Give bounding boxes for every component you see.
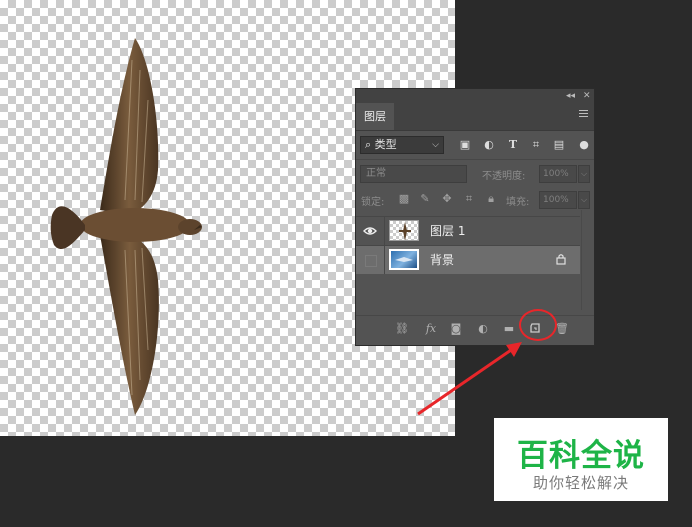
panel-title-strip: ◂◂ ✕ bbox=[356, 89, 594, 103]
smart-object-filter-icon[interactable]: ▤ bbox=[552, 138, 566, 152]
opacity-field[interactable]: 100% bbox=[539, 165, 577, 183]
search-icon: ⌕ bbox=[365, 138, 372, 151]
filter-toggle-icon[interactable]: ● bbox=[577, 138, 591, 152]
lock-label: 锁定: bbox=[361, 197, 385, 208]
bird-thumbnail-icon bbox=[399, 222, 411, 240]
pixel-filter-icon[interactable]: ▣ bbox=[458, 138, 472, 152]
tab-layers[interactable]: 图层 bbox=[356, 103, 394, 130]
eye-icon bbox=[363, 227, 377, 235]
fill-field[interactable]: 100% bbox=[539, 191, 577, 209]
pointer-arrow bbox=[417, 342, 522, 416]
watermark-subtitle: 助你轻松解决 bbox=[532, 474, 629, 492]
fill-label: 填充: bbox=[506, 197, 530, 208]
opacity-label: 不透明度: bbox=[482, 171, 526, 182]
visibility-toggle[interactable] bbox=[356, 217, 385, 245]
fill-dropdown-icon[interactable]: ⌵ bbox=[578, 191, 590, 209]
panel-tab-bar: 图层 bbox=[356, 103, 594, 131]
lock-transparent-icon[interactable]: ▩ bbox=[397, 192, 411, 206]
opacity-dropdown-icon[interactable]: ⌵ bbox=[578, 165, 590, 183]
lock-position-icon[interactable]: ✥ bbox=[440, 192, 454, 206]
chevron-down-icon: ⌵ bbox=[432, 140, 439, 150]
close-panel-icon[interactable]: ✕ bbox=[583, 89, 591, 103]
layer-row-background[interactable]: 背景 bbox=[356, 245, 580, 274]
layer-name[interactable]: 背景 bbox=[430, 246, 454, 274]
lock-image-brush-icon[interactable]: ✎ bbox=[418, 192, 432, 206]
layer-name[interactable]: 图层 1 bbox=[430, 217, 465, 245]
filter-kind-select[interactable]: ⌕ 类型 ⌵ bbox=[360, 136, 444, 154]
visibility-toggle[interactable] bbox=[356, 246, 385, 274]
layer-row-layer-1[interactable]: 图层 1 bbox=[356, 216, 580, 245]
layer-thumbnail bbox=[389, 220, 419, 241]
link-icon[interactable]: ⛓︎ bbox=[394, 321, 410, 337]
lock-icon bbox=[556, 254, 566, 265]
blend-row: 正常 不透明度: 100% ⌵ bbox=[356, 161, 594, 187]
adjustment-filter-icon[interactable]: ◐ bbox=[482, 138, 496, 152]
watermark-logo: 百科全说 助你轻松解决 bbox=[494, 418, 668, 501]
layers-scrollbar[interactable] bbox=[581, 210, 594, 310]
watermark-title: 百科全说 bbox=[517, 438, 645, 474]
layers-panel: ◂◂ ✕ 图层 ⌕ 类型 ⌵ ▣ ◐ T ⌗ ▤ ● 正常 不透明度: 100%… bbox=[355, 88, 595, 346]
lock-row: 锁定: ▩ ✎ ✥ ⌗ 🔒︎ 填充: 100% ⌵ bbox=[356, 187, 594, 213]
photo-thumbnail-icon bbox=[395, 257, 413, 262]
shape-filter-icon[interactable]: ⌗ bbox=[529, 138, 543, 152]
lock-artboard-icon[interactable]: ⌗ bbox=[462, 192, 476, 206]
filter-kind-label: 类型 bbox=[374, 138, 397, 151]
type-filter-icon[interactable]: T bbox=[506, 138, 520, 152]
background-thumbnail bbox=[389, 249, 419, 270]
blend-mode-select[interactable]: 正常 bbox=[360, 165, 467, 183]
lock-all-icon[interactable]: 🔒︎ bbox=[484, 192, 498, 206]
panel-menu-icon[interactable] bbox=[579, 110, 588, 119]
collapse-panel-icon[interactable]: ◂◂ bbox=[566, 89, 575, 103]
hidden-visibility-box bbox=[365, 255, 377, 267]
bird-image bbox=[50, 38, 202, 415]
filter-row: ⌕ 类型 ⌵ ▣ ◐ T ⌗ ▤ ● bbox=[356, 131, 594, 160]
